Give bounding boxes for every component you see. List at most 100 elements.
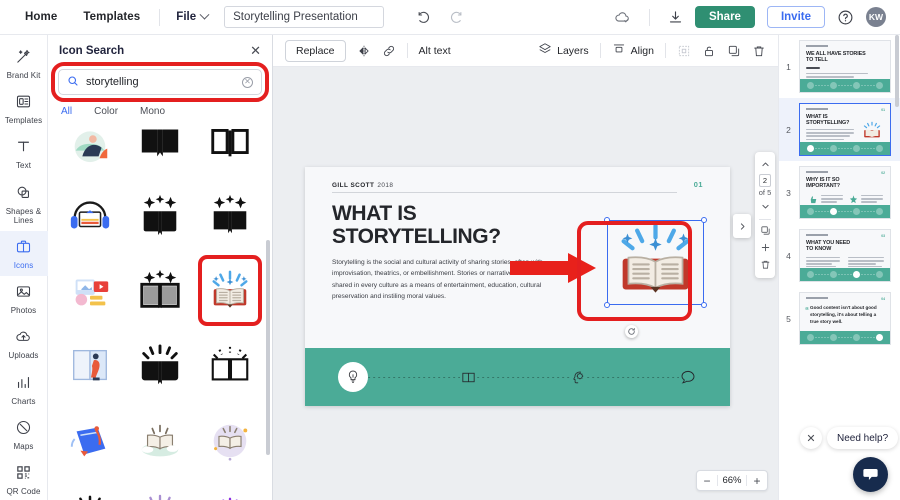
footer-step-2[interactable] [460, 369, 477, 386]
sidebar-item-qr-code[interactable]: QR Code [0, 457, 48, 500]
icon-result-selected[interactable] [196, 254, 264, 327]
next-slide-button[interactable] [733, 214, 751, 238]
search-box[interactable]: ✕ [58, 69, 262, 95]
sidebar-item-templates[interactable]: Templates [0, 86, 48, 131]
zoom-out-button[interactable]: − [697, 475, 717, 487]
resize-handle-bottom-right[interactable] [701, 302, 707, 308]
flip-horizontal-icon[interactable] [357, 44, 371, 58]
icon-result[interactable] [126, 254, 194, 327]
search-input[interactable] [86, 76, 235, 88]
alt-text-button[interactable]: Alt text [419, 45, 451, 57]
prev-page-button[interactable] [755, 156, 775, 173]
divider [759, 219, 771, 220]
sidebar-item-shapes-lines[interactable]: Shapes & Lines [0, 177, 48, 231]
icon-result[interactable] [56, 120, 124, 177]
sidebar-item-charts[interactable]: Charts [0, 367, 48, 412]
icon-result[interactable] [196, 179, 264, 252]
link-icon[interactable] [382, 44, 396, 58]
icon-result[interactable] [56, 479, 124, 500]
footer-step-4[interactable] [679, 368, 697, 386]
icon-result[interactable] [126, 479, 194, 500]
thumbnail-2[interactable]: 2 01 WHAT IS STORYTELLING? [779, 98, 900, 161]
icon-result[interactable] [126, 120, 194, 177]
thumb-page-number: 02 [881, 171, 885, 175]
help-question-icon[interactable] [837, 9, 854, 26]
thumbnail-number: 3 [786, 187, 791, 198]
trash-icon[interactable] [752, 44, 766, 58]
duplicate-page-icon [760, 226, 770, 235]
search-icon [67, 75, 79, 90]
sidebar-item-maps[interactable]: Maps [0, 412, 48, 457]
align-button[interactable]: Align [612, 42, 654, 59]
download-icon[interactable] [668, 10, 683, 25]
resize-handle-top-right[interactable] [701, 217, 707, 223]
icon-result[interactable] [196, 404, 264, 477]
sidebar-item-photos[interactable]: Photos [0, 276, 48, 321]
sidebar-item-icons[interactable]: Icons [0, 230, 48, 277]
thumbnail-5[interactable]: 5 04 “ Good content isn't about good sto… [779, 287, 900, 350]
icon-result[interactable] [56, 404, 124, 477]
invite-button[interactable]: Invite [766, 6, 825, 28]
thumbnail-scrollbar[interactable] [895, 35, 899, 107]
close-icon[interactable]: ✕ [250, 44, 261, 57]
icon-result[interactable] [126, 179, 194, 252]
replace-button[interactable]: Replace [285, 39, 346, 62]
tab-all[interactable]: All [61, 106, 72, 117]
thumbnail-3[interactable]: 3 02 WHY IS IT SO IMPORTANT? [779, 161, 900, 224]
position-icon[interactable] [677, 44, 691, 58]
icon-result[interactable] [126, 404, 194, 477]
add-page-button[interactable] [755, 239, 775, 256]
selected-image-element[interactable] [604, 217, 707, 308]
icon-result[interactable] [196, 120, 264, 177]
nav-home[interactable]: Home [12, 11, 70, 23]
sidebar-item-uploads[interactable]: Uploads [0, 321, 48, 366]
left-rail: Brand Kit Templates Text Shapes & Lines … [0, 35, 48, 500]
avatar[interactable]: KW [866, 7, 886, 27]
sidebar-item-text[interactable]: Text [0, 131, 48, 176]
undo-icon[interactable] [416, 10, 431, 25]
thumbnail-4[interactable]: 4 03 WHAT YOU NEED TO KNOW [779, 224, 900, 287]
footer-step-3[interactable] [570, 369, 587, 386]
zoom-in-button[interactable]: + [747, 475, 767, 487]
sidebar-item-label: Charts [11, 396, 36, 406]
menu-file[interactable]: File [166, 9, 218, 23]
delete-page-button[interactable] [755, 256, 775, 273]
icon-result[interactable] [126, 329, 194, 402]
thumb-page-number: 04 [881, 297, 885, 301]
redo-icon[interactable] [449, 10, 464, 25]
icon-result[interactable] [56, 329, 124, 402]
share-button[interactable]: Share [694, 6, 755, 28]
icon-result[interactable] [56, 179, 124, 252]
duplicate-page-button[interactable] [755, 222, 775, 239]
rotate-handle-icon[interactable] [625, 325, 638, 338]
lock-icon[interactable] [702, 44, 716, 58]
thumbnail-1[interactable]: 1 WE ALL HAVE STORIES TO TELL [779, 35, 900, 98]
clear-circle-icon[interactable]: ✕ [242, 76, 253, 88]
document-title-input[interactable] [224, 6, 385, 28]
duplicate-icon[interactable] [727, 44, 741, 58]
chat-bubble-icon[interactable] [853, 457, 888, 492]
zoom-level[interactable]: 66% [717, 475, 747, 486]
tab-mono[interactable]: Mono [140, 106, 165, 117]
current-page-number[interactable]: 2 [758, 174, 772, 187]
next-page-button[interactable] [755, 198, 775, 215]
slide-title[interactable]: WHAT IS STORYTELLING? [332, 202, 501, 248]
tab-color[interactable]: Color [94, 106, 118, 117]
canvas-area[interactable]: GILL SCOTT 2018 01 WHAT IS STORYTELLING?… [273, 67, 778, 500]
nav-templates[interactable]: Templates [70, 11, 153, 23]
panel-scrollbar[interactable] [266, 240, 270, 455]
chevron-right-icon [740, 222, 744, 230]
slide-canvas[interactable]: GILL SCOTT 2018 01 WHAT IS STORYTELLING?… [305, 167, 730, 406]
slide-year: 2018 [377, 182, 394, 189]
resize-handle-top-left[interactable] [604, 217, 610, 223]
need-help-bubble[interactable]: Need help? [827, 427, 899, 449]
footer-step-active[interactable] [338, 362, 368, 392]
icon-result[interactable] [196, 329, 264, 402]
icon-result[interactable] [196, 479, 264, 500]
layers-button[interactable]: Layers [538, 42, 589, 59]
icon-result[interactable] [56, 254, 124, 327]
sidebar-item-brand-kit[interactable]: Brand Kit [0, 41, 48, 86]
resize-handle-bottom-left[interactable] [604, 302, 610, 308]
footer-dotted-line [368, 376, 461, 378]
close-help-icon[interactable]: ✕ [800, 427, 822, 449]
